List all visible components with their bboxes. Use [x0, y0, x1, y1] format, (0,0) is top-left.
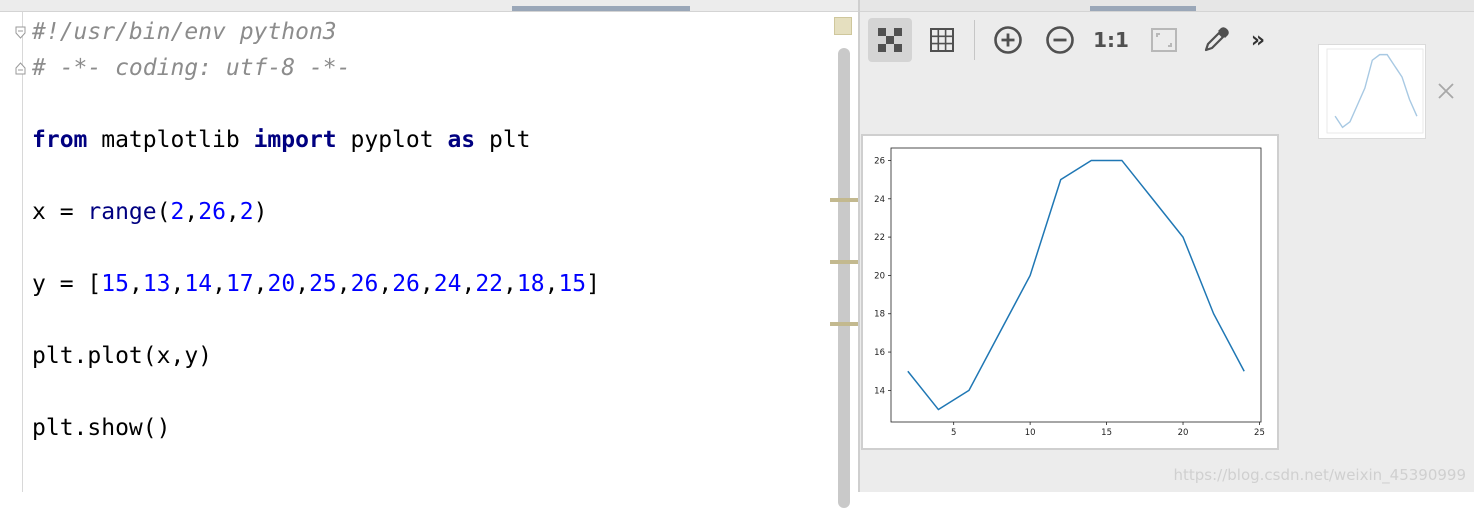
- y-value: 14: [184, 271, 213, 297]
- plot-image[interactable]: 5 10 15 20 25 14 16 18 20 22 24 26: [861, 134, 1279, 450]
- error-stripe-mark[interactable]: [830, 322, 858, 326]
- y-value: 13: [142, 271, 171, 297]
- y-value: 26: [392, 271, 420, 297]
- error-stripe-mark[interactable]: [830, 198, 858, 202]
- y-value: 22: [475, 271, 504, 297]
- code-line-y[interactable]: y = [15,13,14,17,20,25,26,26,24,22,18,15…: [32, 268, 600, 300]
- y-tick-label: 18: [874, 310, 885, 320]
- code-line-plot[interactable]: plt.plot(x,y): [32, 340, 212, 372]
- y-tick-label: 24: [874, 195, 885, 205]
- inspection-status-icon[interactable]: [834, 17, 852, 35]
- y-value: 18: [516, 271, 545, 297]
- grid-button[interactable]: [920, 18, 964, 62]
- comma: ,: [295, 271, 310, 297]
- y-value: 25: [309, 271, 337, 297]
- fit-window-icon: [1151, 28, 1177, 52]
- zoom-out-icon: [1046, 26, 1074, 54]
- comma: ,: [212, 271, 226, 297]
- x-tick-label: 15: [1101, 428, 1112, 438]
- actual-size-button[interactable]: 1:1: [1089, 18, 1133, 62]
- grid-icon: [930, 28, 954, 52]
- range-step: 2: [239, 199, 254, 225]
- y-tick-label: 20: [874, 271, 885, 281]
- builtin-range: range: [87, 199, 157, 225]
- code-line-coding[interactable]: # -*- coding: utf-8 -*-: [32, 52, 351, 84]
- editor-tab-indicator[interactable]: [512, 6, 690, 11]
- chessboard-button[interactable]: [868, 18, 912, 62]
- x-tick-label: 20: [1178, 428, 1189, 438]
- comma: ,: [170, 271, 185, 297]
- import-alias: plt: [475, 127, 531, 153]
- comma: ,: [461, 271, 476, 297]
- code-line-import[interactable]: from matplotlib import pyplot as plt: [32, 124, 531, 156]
- code-editor[interactable]: #!/usr/bin/env python3 # -*- coding: utf…: [0, 0, 858, 508]
- editor-scrollbar[interactable]: [838, 48, 850, 508]
- toolbar-separator: [974, 20, 975, 60]
- overflow-icon: »: [1250, 27, 1266, 53]
- y-tick-label: 14: [874, 386, 885, 396]
- error-stripe-mark[interactable]: [830, 260, 858, 264]
- comma: ,: [184, 199, 199, 225]
- plot-area-frame: [890, 147, 1262, 423]
- editor-tab-strip: [0, 0, 858, 12]
- paren-open: (: [156, 199, 171, 225]
- toolbar-overflow-button[interactable]: »: [1248, 18, 1268, 62]
- y-value: 17: [225, 271, 254, 297]
- paren-close: ): [253, 199, 268, 225]
- image-thumbnail[interactable]: [1318, 44, 1426, 139]
- zoom-out-button[interactable]: [1038, 18, 1082, 62]
- image-viewer: 1:1 » 5 10 15 20 25 14 16 18 20 22 24 26 https://b: [860, 0, 1474, 492]
- y-value: 15: [101, 271, 129, 297]
- zoom-in-icon: [994, 26, 1022, 54]
- comma: ,: [378, 271, 393, 297]
- zoom-in-button[interactable]: [986, 18, 1030, 62]
- keyword-from: from: [32, 127, 88, 153]
- keyword-as: as: [447, 127, 476, 153]
- comma: ,: [336, 271, 351, 297]
- x-tick-label: 10: [1025, 428, 1036, 438]
- series-line: [907, 159, 1245, 411]
- y-value: 20: [267, 271, 296, 297]
- fold-start-icon[interactable]: [15, 26, 26, 39]
- line-chart: 5 10 15 20 25 14 16 18 20 22 24 26: [874, 147, 1265, 438]
- comma: ,: [544, 271, 559, 297]
- chessboard-icon: [878, 28, 902, 52]
- range-stop: 26: [198, 199, 226, 225]
- comma: ,: [128, 271, 143, 297]
- y-tick-label: 16: [874, 348, 885, 358]
- code-line-shebang[interactable]: #!/usr/bin/env python3: [32, 16, 337, 48]
- watermark-text: https://blog.csdn.net/weixin_45390999: [1173, 466, 1466, 484]
- y-value: 24: [433, 271, 462, 297]
- y-value: 15: [558, 271, 587, 297]
- code-line-show[interactable]: plt.show(): [32, 412, 170, 444]
- thumbnail-plot: [1326, 48, 1424, 134]
- viewer-tab-indicator[interactable]: [1090, 6, 1196, 11]
- y-value: 26: [350, 271, 379, 297]
- x-assign: x =: [32, 199, 88, 225]
- comma: ,: [419, 271, 434, 297]
- x-tick-label: 25: [1254, 428, 1265, 438]
- comma: ,: [253, 271, 268, 297]
- bracket-close: ]: [586, 271, 600, 297]
- fold-end-icon[interactable]: [15, 62, 26, 75]
- fit-window-button[interactable]: [1142, 18, 1186, 62]
- y-tick-label: 22: [874, 233, 885, 243]
- gutter-separator: [22, 12, 23, 492]
- y-values: 15,13,14,17,20,25,26,26,24,22,18,15: [101, 271, 586, 297]
- close-icon[interactable]: [1435, 80, 1457, 102]
- color-picker-button[interactable]: [1194, 18, 1238, 62]
- y-tick-label: 26: [874, 156, 885, 166]
- comma: ,: [503, 271, 517, 297]
- y-assign: y = [: [32, 271, 102, 297]
- import-name: pyplot: [336, 127, 448, 153]
- module-name: matplotlib: [87, 127, 254, 153]
- color-picker-icon: [1204, 27, 1229, 52]
- code-line-x[interactable]: x = range(2,26,2): [32, 196, 268, 228]
- range-start: 2: [170, 199, 185, 225]
- viewer-tab-strip: [860, 0, 1474, 12]
- comma: ,: [225, 199, 240, 225]
- x-tick-label: 5: [951, 428, 956, 438]
- keyword-import: import: [253, 127, 337, 153]
- actual-size-label: 1:1: [1093, 28, 1129, 52]
